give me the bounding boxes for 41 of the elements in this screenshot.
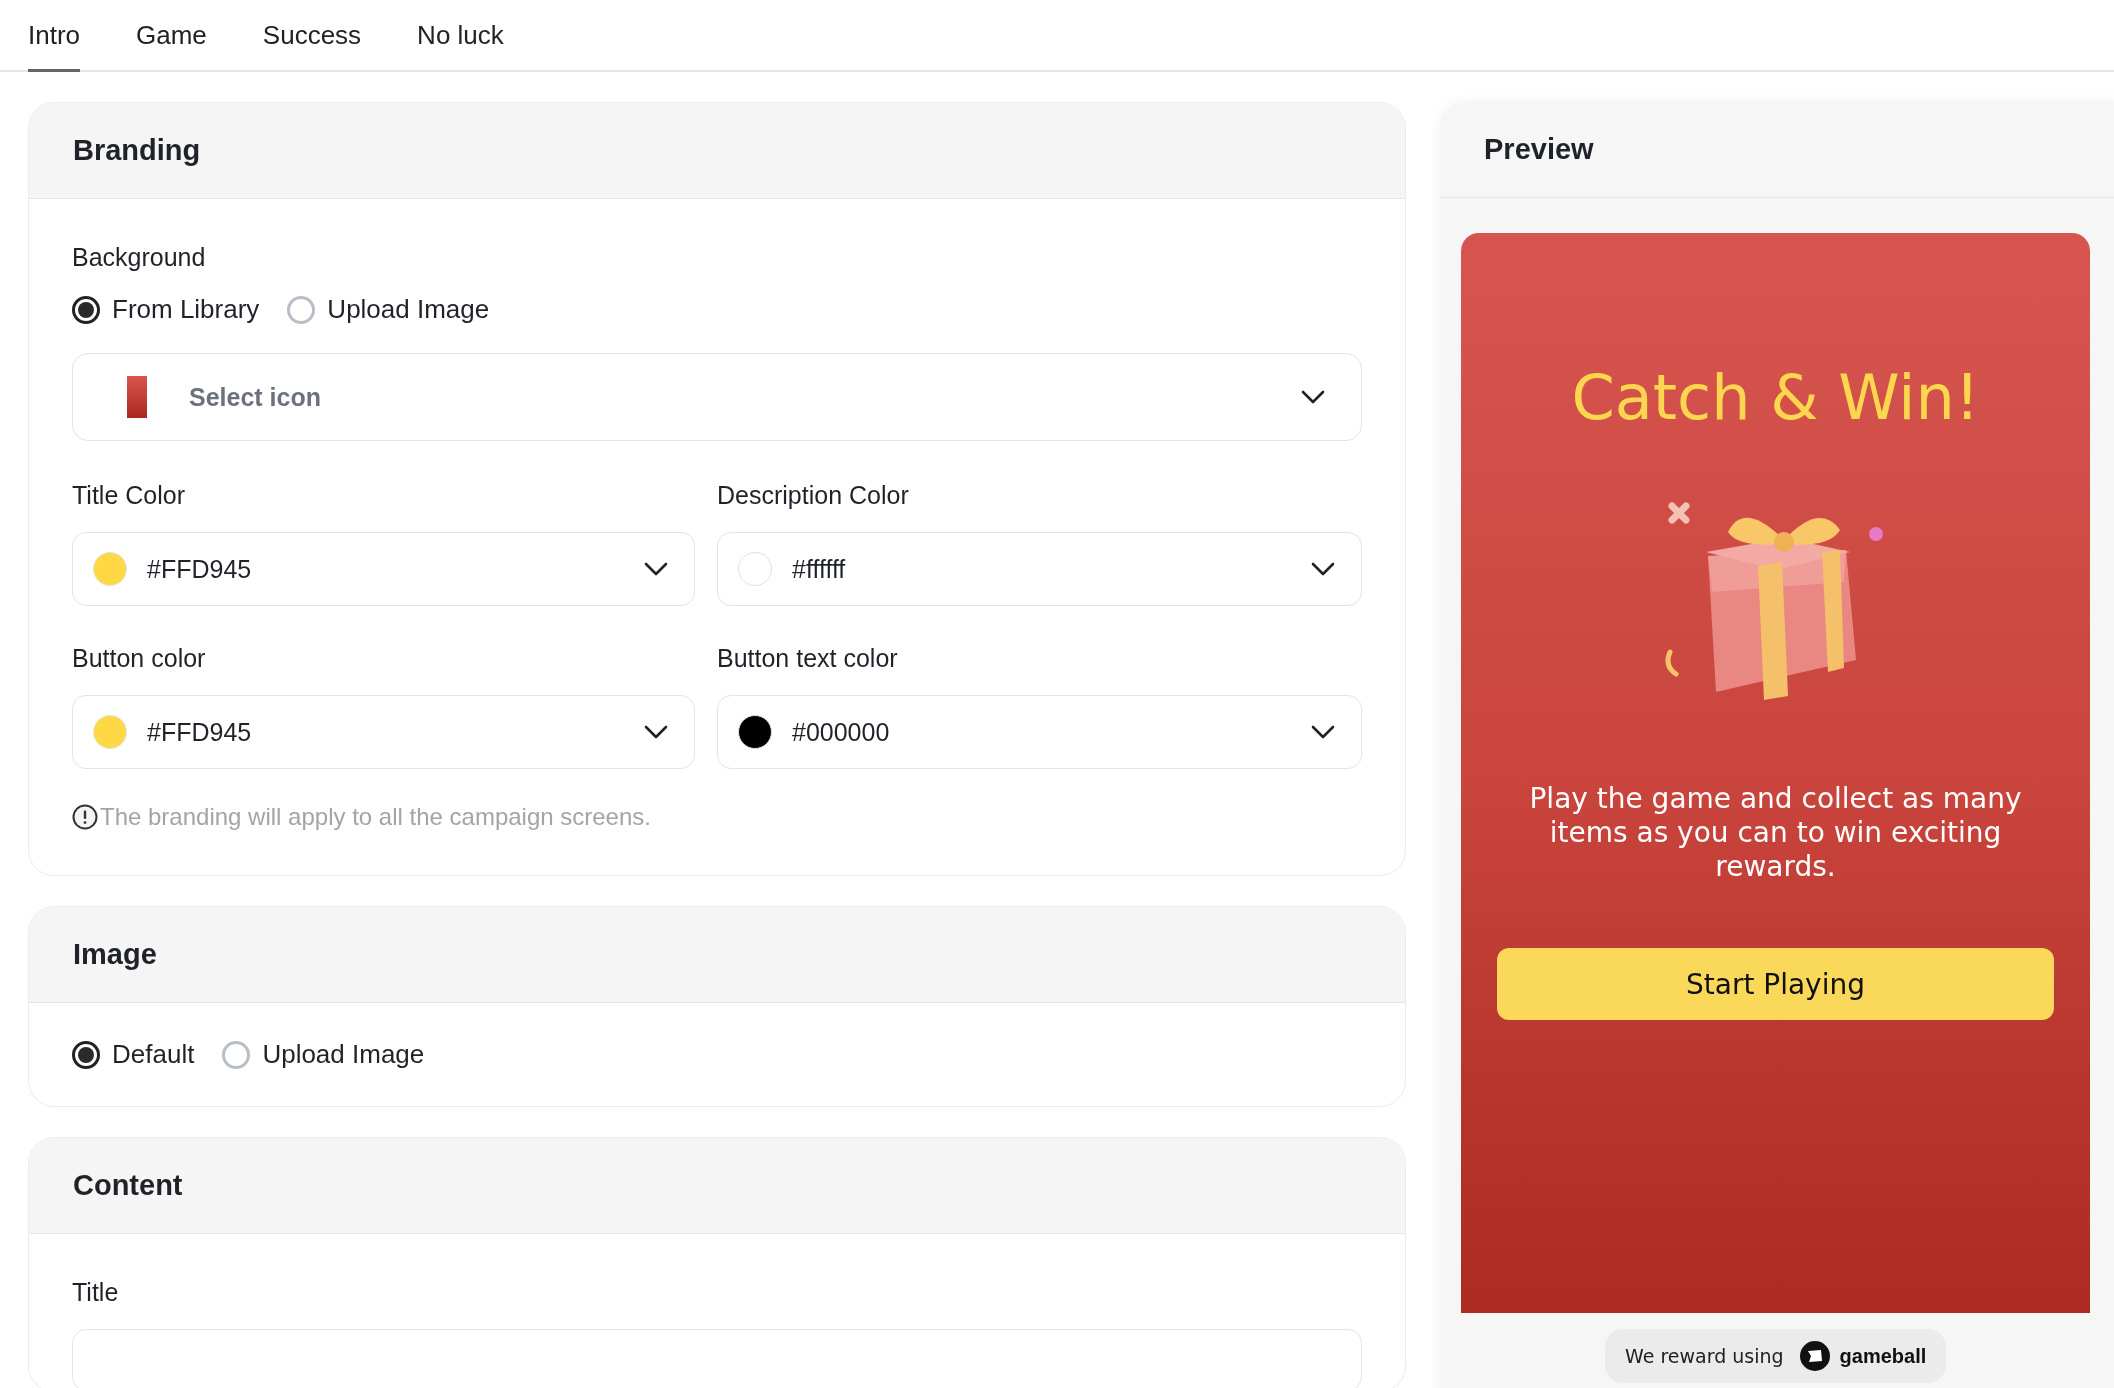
chevron-down-icon bbox=[644, 562, 668, 576]
radio-button[interactable] bbox=[72, 295, 100, 324]
field-label: Title bbox=[72, 1278, 120, 1307]
section-title: Branding bbox=[73, 134, 201, 167]
field-label: Background bbox=[72, 243, 207, 272]
field-label: Title Color bbox=[72, 481, 186, 510]
swatch-icon bbox=[127, 376, 147, 418]
chevron-down-icon bbox=[1301, 390, 1325, 404]
radio-label[interactable]: From Library bbox=[112, 294, 260, 325]
radio-label[interactable]: Upload Image bbox=[262, 1039, 425, 1070]
color-dropdown[interactable]: #FFD945 bbox=[72, 532, 695, 606]
tab[interactable]: Game bbox=[136, 20, 207, 72]
radio-button[interactable] bbox=[287, 295, 316, 324]
color-dropdown[interactable]: #ffffff bbox=[717, 532, 1362, 606]
icon-dropdown[interactable]: Select icon bbox=[72, 353, 1362, 441]
section-title: Preview bbox=[1484, 133, 1594, 166]
radio-button[interactable] bbox=[222, 1040, 251, 1069]
section-title: Image bbox=[73, 938, 157, 971]
preview-description: Play the game and collect as many items as you can to win exciting rewards. bbox=[1528, 782, 2023, 885]
hint-text: The branding will apply to all the campaign screens. bbox=[100, 803, 651, 831]
start-button[interactable]: Start Playing bbox=[1497, 948, 2054, 1021]
tab[interactable]: Success bbox=[262, 20, 362, 72]
chevron-down-icon bbox=[1311, 562, 1335, 576]
tab[interactable]: No luck bbox=[417, 20, 504, 72]
tab[interactable]: Intro bbox=[28, 20, 81, 72]
color-dropdown[interactable]: #000000 bbox=[717, 695, 1362, 769]
footer-text: We reward using bbox=[1625, 1345, 1784, 1367]
preview-title: Catch & Win! bbox=[1571, 361, 1980, 434]
field-label: Button color bbox=[72, 644, 207, 673]
color-dropdown[interactable]: #FFD945 bbox=[72, 695, 695, 769]
info-icon bbox=[72, 804, 98, 830]
field-label: Description Color bbox=[717, 481, 910, 510]
radio-label[interactable]: Default bbox=[112, 1039, 195, 1070]
radio-button[interactable] bbox=[72, 1040, 100, 1069]
section-title: Content bbox=[73, 1169, 183, 1202]
brand-name: gameball bbox=[1839, 1344, 1927, 1368]
chevron-down-icon bbox=[644, 725, 668, 739]
logo-icon bbox=[1799, 1341, 1830, 1371]
field-label: Button text color bbox=[717, 644, 899, 673]
radio-label[interactable]: Upload Image bbox=[327, 294, 490, 325]
chevron-down-icon bbox=[1311, 725, 1335, 739]
